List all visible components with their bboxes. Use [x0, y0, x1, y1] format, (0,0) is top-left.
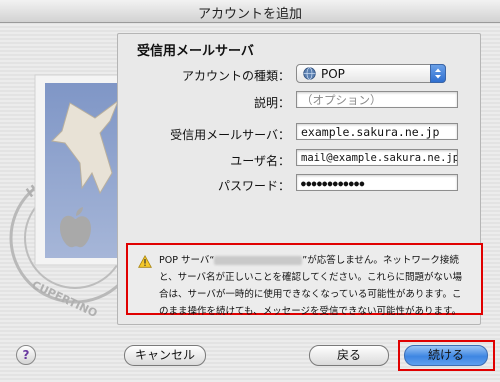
username-label: ユーザ名：	[230, 154, 290, 168]
window-title: アカウントを追加	[197, 7, 302, 22]
incoming-server-label: 受信用メールサーバ：	[170, 128, 290, 142]
password-label: パスワード：	[217, 179, 290, 193]
warning-icon	[138, 255, 152, 268]
section-title: 受信用メールサーバ	[137, 44, 254, 59]
description-field[interactable]: （オプション）	[296, 91, 458, 108]
globe-icon	[303, 67, 316, 80]
warning-line1-a: POP サーバ“	[159, 255, 215, 266]
select-arrows-icon	[430, 64, 446, 83]
warning-box: POP サーバ“ ”が応答しません。ネットワーク接続 と、サーバ名が正しいことを確…	[126, 243, 483, 317]
continue-button[interactable]: 続ける	[404, 345, 488, 366]
account-type-select[interactable]: POP	[296, 64, 446, 83]
description-placeholder: （オプション）	[301, 93, 382, 107]
password-field[interactable]: ●●●●●●●●●●●●	[296, 174, 458, 191]
redacted-server-name	[214, 256, 303, 265]
warning-line4: のまま操作を続けても、メッセージを受信できない可能性があります。	[159, 306, 462, 317]
warning-line1-b: ”が応答しません。ネットワーク接続	[302, 255, 459, 266]
description-label: 説明：	[253, 96, 290, 110]
cancel-button[interactable]: キャンセル	[124, 345, 206, 366]
incoming-server-field[interactable]: example.sakura.ne.jp	[296, 123, 458, 140]
warning-line3: 合は、サーバが一時的に使用できなくなっている可能性があります。こ	[159, 289, 462, 300]
title-bar: アカウントを追加	[0, 0, 500, 23]
account-type-label: アカウントの種類：	[181, 69, 290, 83]
warning-line2: と、サーバ名が正しいことを確認してください。これらに問題がない場	[159, 272, 462, 283]
help-button[interactable]: ?	[16, 345, 36, 365]
back-button[interactable]: 戻る	[309, 345, 389, 366]
username-field[interactable]: mail@example.sakura.ne.jp	[296, 149, 458, 166]
warning-message: POP サーバ“ ”が応答しません。ネットワーク接続 と、サーバ名が正しいことを確…	[159, 252, 477, 320]
account-type-value: POP	[321, 67, 345, 81]
